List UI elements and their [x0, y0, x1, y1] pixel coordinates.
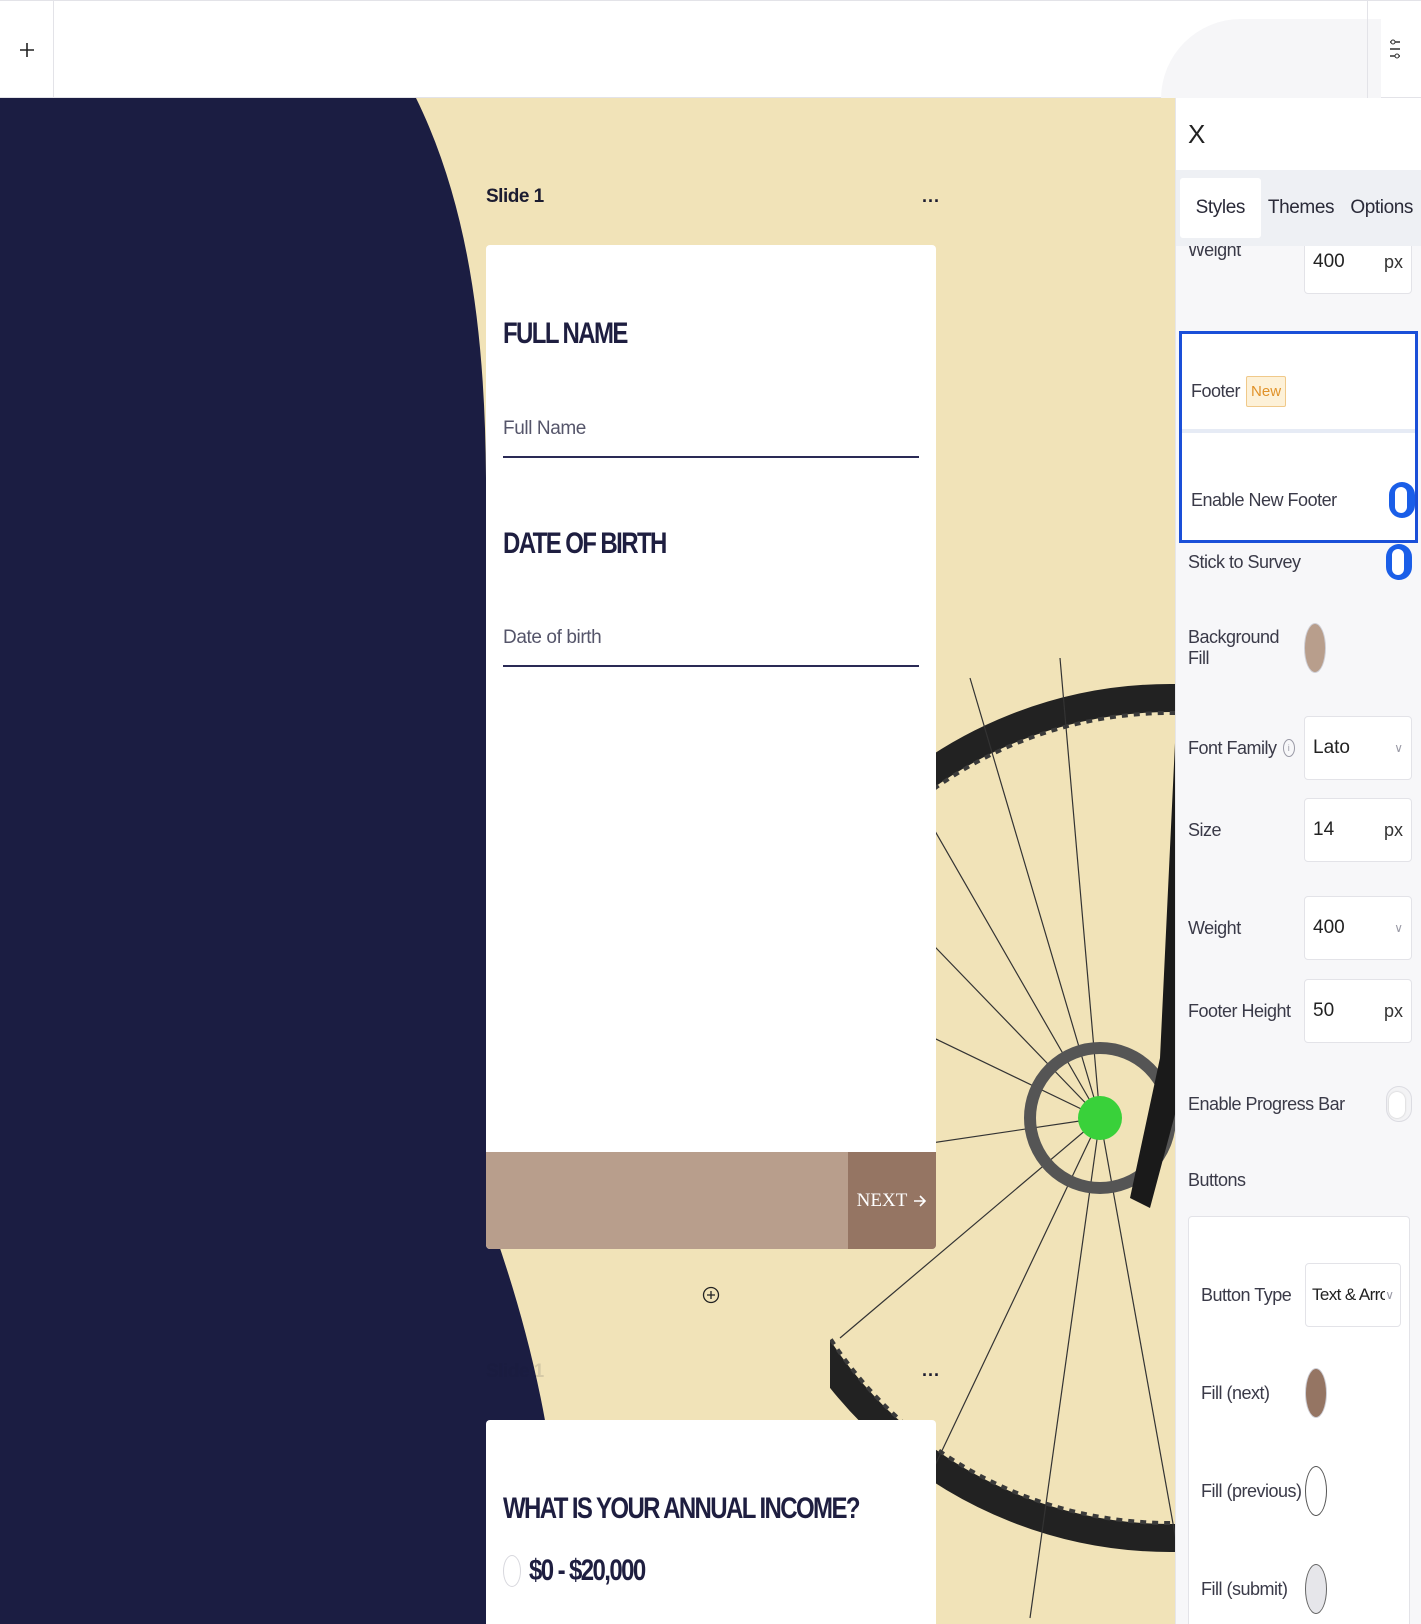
divider [1182, 429, 1415, 433]
footer-label: Footer [1191, 380, 1241, 401]
plus-icon [19, 42, 34, 57]
button-type-row: Button Type Text & Arrow ∨ [1201, 1263, 1401, 1327]
arrow-right-icon [914, 1194, 927, 1207]
background-fill-row: Background Fill [1188, 620, 1412, 676]
weight-row: Weight 400 ∨ [1188, 896, 1412, 960]
fill-submit-swatch[interactable] [1305, 1564, 1327, 1614]
size-value: 14 [1313, 819, 1335, 840]
tab-styles[interactable]: Styles [1180, 178, 1261, 238]
date-of-birth-input[interactable]: Date of birth [503, 617, 919, 667]
size-row: Size 14 px [1188, 798, 1412, 862]
info-icon[interactable]: i [1282, 739, 1295, 757]
font-family-value: Lato [1313, 737, 1350, 758]
weight-value: 400 [1313, 917, 1345, 938]
fill-next-swatch-wrap [1305, 1368, 1401, 1418]
question-title-date-of-birth: DATE OF BIRTH [503, 527, 667, 560]
add-slide-icon[interactable] [702, 1286, 720, 1304]
full-name-input[interactable]: Full Name [503, 408, 919, 458]
enable-progress-bar-label: Enable Progress Bar [1188, 1093, 1345, 1114]
enable-new-footer-toggle[interactable] [1389, 482, 1415, 518]
question-title-full-name: FULL NAME [503, 317, 628, 350]
weight-top-label: Weight [1188, 246, 1241, 260]
stick-to-survey-label: Stick to Survey [1188, 551, 1301, 572]
weight-top-input[interactable]: 400 px [1304, 246, 1412, 294]
footer-height-row: Footer Height 50 px [1188, 979, 1412, 1043]
close-panel-button[interactable]: X [1176, 98, 1421, 170]
size-unit: px [1383, 819, 1403, 840]
background-fill-swatch-wrap [1304, 623, 1412, 673]
fill-submit-label: Fill (submit) [1201, 1578, 1288, 1599]
background-fill-swatch[interactable] [1304, 623, 1327, 673]
footer-height-label: Footer Height [1188, 1000, 1291, 1021]
next-label: NEXT [856, 1189, 908, 1211]
chevron-down-icon: ∨ [1394, 741, 1403, 755]
size-input[interactable]: 14 px [1304, 798, 1412, 862]
survey-canvas: Slide 1 ... FULL NAME Full Name DATE OF … [0, 98, 1175, 1624]
weight-top-value: 400 [1313, 251, 1345, 272]
chevron-down-icon: ∨ [1394, 921, 1403, 935]
slide-label: Slide 1 [486, 186, 544, 207]
font-family-label-text: Font Family [1188, 737, 1277, 758]
fill-next-row: Fill (next) [1201, 1365, 1401, 1421]
enable-progress-bar-toggle[interactable] [1386, 1086, 1412, 1122]
panel-tabs: Styles Themes Options [1176, 170, 1421, 246]
full-name-placeholder: Full Name [503, 418, 586, 439]
chevron-down-icon: ∨ [1385, 1288, 1394, 1302]
new-badge: New [1246, 375, 1287, 407]
enable-new-footer-label: Enable New Footer [1191, 489, 1337, 510]
fill-next-swatch[interactable] [1305, 1368, 1327, 1418]
fill-next-label: Fill (next) [1201, 1382, 1270, 1403]
button-type-select[interactable]: Text & Arrow ∨ [1305, 1263, 1401, 1327]
buttons-settings-box: Button Type Text & Arrow ∨ Fill (next) F… [1188, 1216, 1410, 1624]
fill-submit-row: Fill (submit) [1201, 1561, 1401, 1617]
income-option[interactable]: $0 - $20,000 [503, 1554, 673, 1588]
buttons-label: Buttons [1188, 1169, 1246, 1190]
button-type-label: Button Type [1201, 1284, 1292, 1305]
font-family-row: Font Family i Lato ∨ [1188, 716, 1412, 780]
fill-previous-swatch-wrap [1305, 1466, 1401, 1516]
footer-height-input[interactable]: 50 px [1304, 979, 1412, 1043]
enable-progress-bar-row: Enable Progress Bar [1188, 1084, 1412, 1124]
weight-label: Weight [1188, 917, 1241, 938]
footer-section: Footer New Enable New Footer [1179, 331, 1418, 543]
footer-height-value: 50 [1313, 1000, 1335, 1021]
next-button[interactable]: NEXT [848, 1152, 936, 1249]
stick-to-survey-toggle[interactable] [1386, 544, 1412, 580]
sliders-icon [1389, 39, 1400, 58]
footer-height-unit: px [1383, 1000, 1403, 1021]
slide-more-button[interactable]: ... [922, 186, 940, 207]
fill-previous-label: Fill (previous) [1201, 1480, 1302, 1501]
slide-more-button-2[interactable]: ... [922, 1360, 940, 1381]
survey-footer: NEXT [486, 1152, 936, 1249]
size-label: Size [1188, 819, 1222, 840]
button-type-value: Text & Arrow [1312, 1285, 1385, 1304]
settings-panel: X Styles Themes Options Weight 400 px Fo… [1175, 98, 1421, 1624]
slide-label-2: Slide 1 [486, 1361, 544, 1382]
top-toolbar [0, 0, 1421, 99]
radio-button[interactable] [503, 1555, 521, 1587]
stick-to-survey-row: Stick to Survey [1188, 542, 1412, 582]
add-button[interactable] [0, 1, 54, 98]
question-title-annual-income: WHAT IS YOUR ANNUAL INCOME? [503, 1492, 861, 1525]
settings-toggle-button[interactable] [1367, 1, 1421, 98]
weight-select[interactable]: 400 ∨ [1304, 896, 1412, 960]
slide-card: FULL NAME Full Name DATE OF BIRTH Date o… [486, 245, 936, 1249]
footer-heading: Footer New [1191, 368, 1287, 414]
date-of-birth-placeholder: Date of birth [503, 627, 602, 648]
enable-new-footer-row: Enable New Footer [1191, 480, 1415, 520]
buttons-heading: Buttons [1188, 1160, 1412, 1200]
weight-top-unit: px [1383, 251, 1403, 272]
tab-options[interactable]: Options [1341, 170, 1421, 246]
fill-previous-row: Fill (previous) [1201, 1463, 1401, 1519]
background-fill-label: Background Fill [1188, 627, 1280, 668]
weight-top-row: Weight 400 px [1188, 246, 1412, 296]
income-option-label: $0 - $20,000 [529, 1554, 646, 1587]
fill-submit-swatch-wrap [1305, 1564, 1401, 1614]
slide-card-2: WHAT IS YOUR ANNUAL INCOME? $0 - $20,000 [486, 1420, 936, 1624]
tab-themes[interactable]: Themes [1261, 170, 1342, 246]
font-family-select[interactable]: Lato ∨ [1304, 716, 1412, 780]
fill-previous-swatch[interactable] [1305, 1466, 1327, 1516]
decorative-swoosh [1161, 19, 1381, 99]
font-family-label: Font Family i [1188, 738, 1295, 759]
